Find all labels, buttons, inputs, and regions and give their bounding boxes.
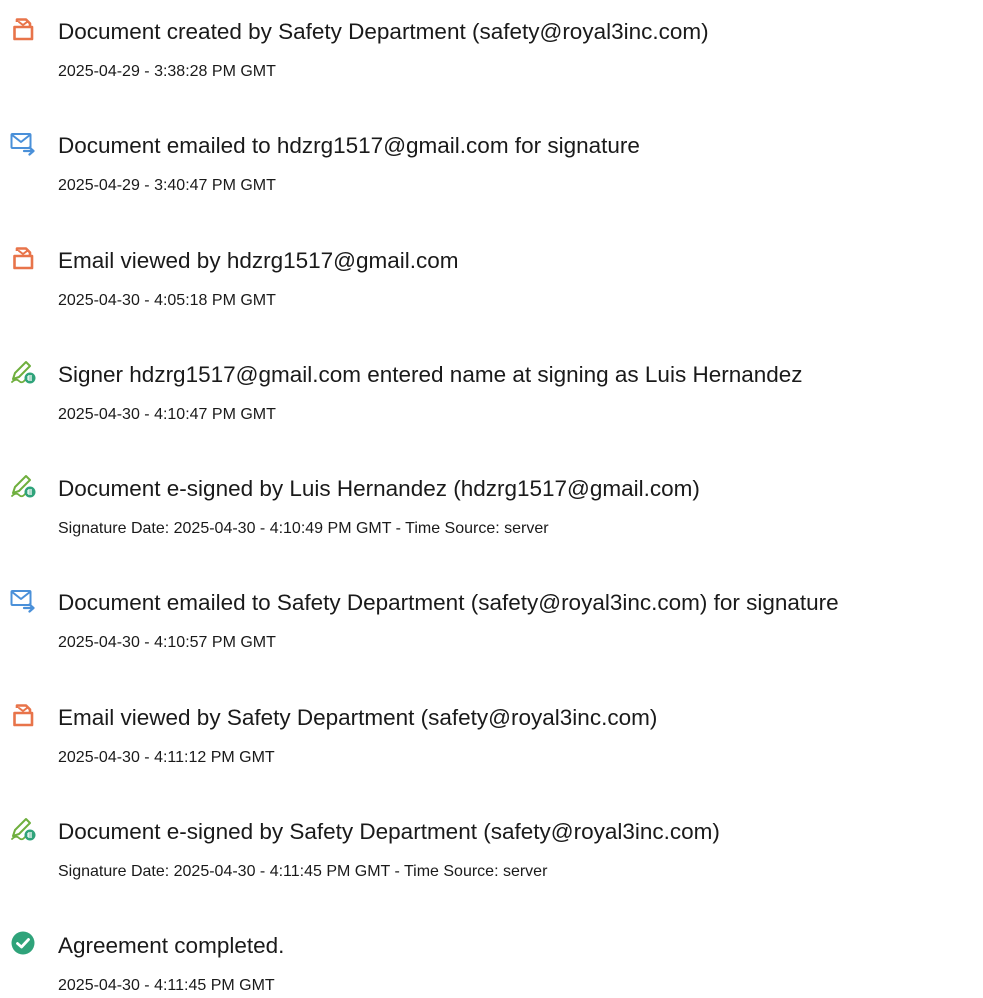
- event-timestamp: 2025-04-29 - 3:40:47 PM GMT: [58, 177, 276, 194]
- history-event: Document created by Safety Department (s…: [0, 4, 983, 84]
- event-timestamp: 2025-04-29 - 3:38:28 PM GMT: [58, 63, 276, 80]
- event-timestamp: 2025-04-30 - 4:11:12 PM GMT: [58, 749, 275, 766]
- history-event: Document emailed to Safety Department (s…: [0, 575, 983, 655]
- event-title: Signer hdzrg1517@gmail.com entered name …: [58, 362, 803, 387]
- event-title: Document emailed to hdzrg1517@gmail.com …: [58, 133, 640, 158]
- event-title: Document created by Safety Department (s…: [58, 19, 709, 44]
- event-timestamp: 2025-04-30 - 4:10:57 PM GMT: [58, 634, 276, 651]
- history-event: Agreement completed. 2025-04-30 - 4:11:4…: [0, 918, 983, 998]
- esign-pen-icon: [10, 473, 36, 499]
- audit-history-list: Document created by Safety Department (s…: [0, 0, 983, 996]
- history-event: Email viewed by Safety Department (safet…: [0, 690, 983, 770]
- history-event: Document e-signed by Safety Department (…: [0, 804, 983, 884]
- event-timestamp: 2025-04-30 - 4:11:45 PM GMT: [58, 977, 275, 994]
- document-icon: [10, 245, 36, 271]
- history-event: Document emailed to hdzrg1517@gmail.com …: [0, 118, 983, 198]
- email-send-icon: [10, 587, 36, 613]
- history-event: Email viewed by hdzrg1517@gmail.com 2025…: [0, 233, 983, 313]
- history-event: Signer hdzrg1517@gmail.com entered name …: [0, 347, 983, 427]
- document-icon: [10, 702, 36, 728]
- event-title: Agreement completed.: [58, 933, 285, 958]
- history-event: Document e-signed by Luis Hernandez (hdz…: [0, 461, 983, 541]
- checkmark-circle-icon: [10, 930, 36, 956]
- event-timestamp: 2025-04-30 - 4:10:47 PM GMT: [58, 406, 276, 423]
- esign-pen-icon: [10, 816, 36, 842]
- event-title: Document emailed to Safety Department (s…: [58, 590, 839, 615]
- event-title: Document e-signed by Luis Hernandez (hdz…: [58, 476, 700, 501]
- esign-pen-icon: [10, 359, 36, 385]
- signature-date: Signature Date: 2025-04-30 - 4:11:45 PM …: [58, 863, 548, 880]
- event-timestamp: 2025-04-30 - 4:05:18 PM GMT: [58, 292, 276, 309]
- event-title: Document e-signed by Safety Department (…: [58, 819, 720, 844]
- event-title: Email viewed by Safety Department (safet…: [58, 705, 658, 730]
- email-send-icon: [10, 130, 36, 156]
- event-title: Email viewed by hdzrg1517@gmail.com: [58, 248, 459, 273]
- document-icon: [10, 16, 36, 42]
- signature-date: Signature Date: 2025-04-30 - 4:10:49 PM …: [58, 520, 549, 537]
